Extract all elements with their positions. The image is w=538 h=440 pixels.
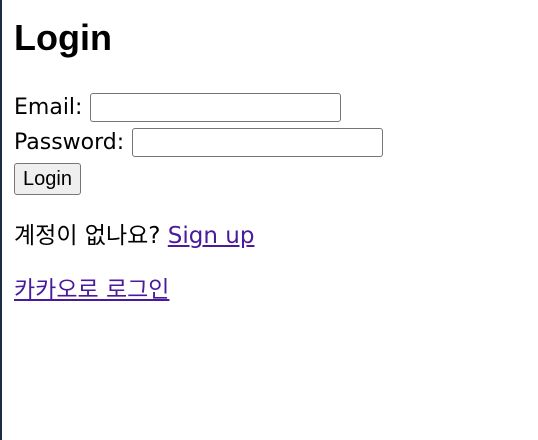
kakao-login-line: 카카오로 로그인 (14, 274, 169, 306)
page-title: Login (14, 17, 112, 58)
signup-prompt-text: 계정이 없나요? (14, 223, 168, 249)
window-left-edge (0, 0, 2, 440)
email-row: Email: (14, 93, 342, 122)
email-input[interactable] (90, 93, 342, 122)
signup-link[interactable]: Sign up (168, 223, 255, 249)
password-input[interactable] (132, 128, 384, 157)
password-row: Password: (14, 128, 384, 157)
login-button[interactable]: Login (14, 163, 81, 195)
kakao-login-link[interactable]: 카카오로 로그인 (14, 277, 169, 303)
email-label: Email: (14, 94, 83, 120)
password-label: Password: (14, 129, 125, 155)
signup-prompt-line: 계정이 없나요? Sign up (14, 220, 254, 252)
